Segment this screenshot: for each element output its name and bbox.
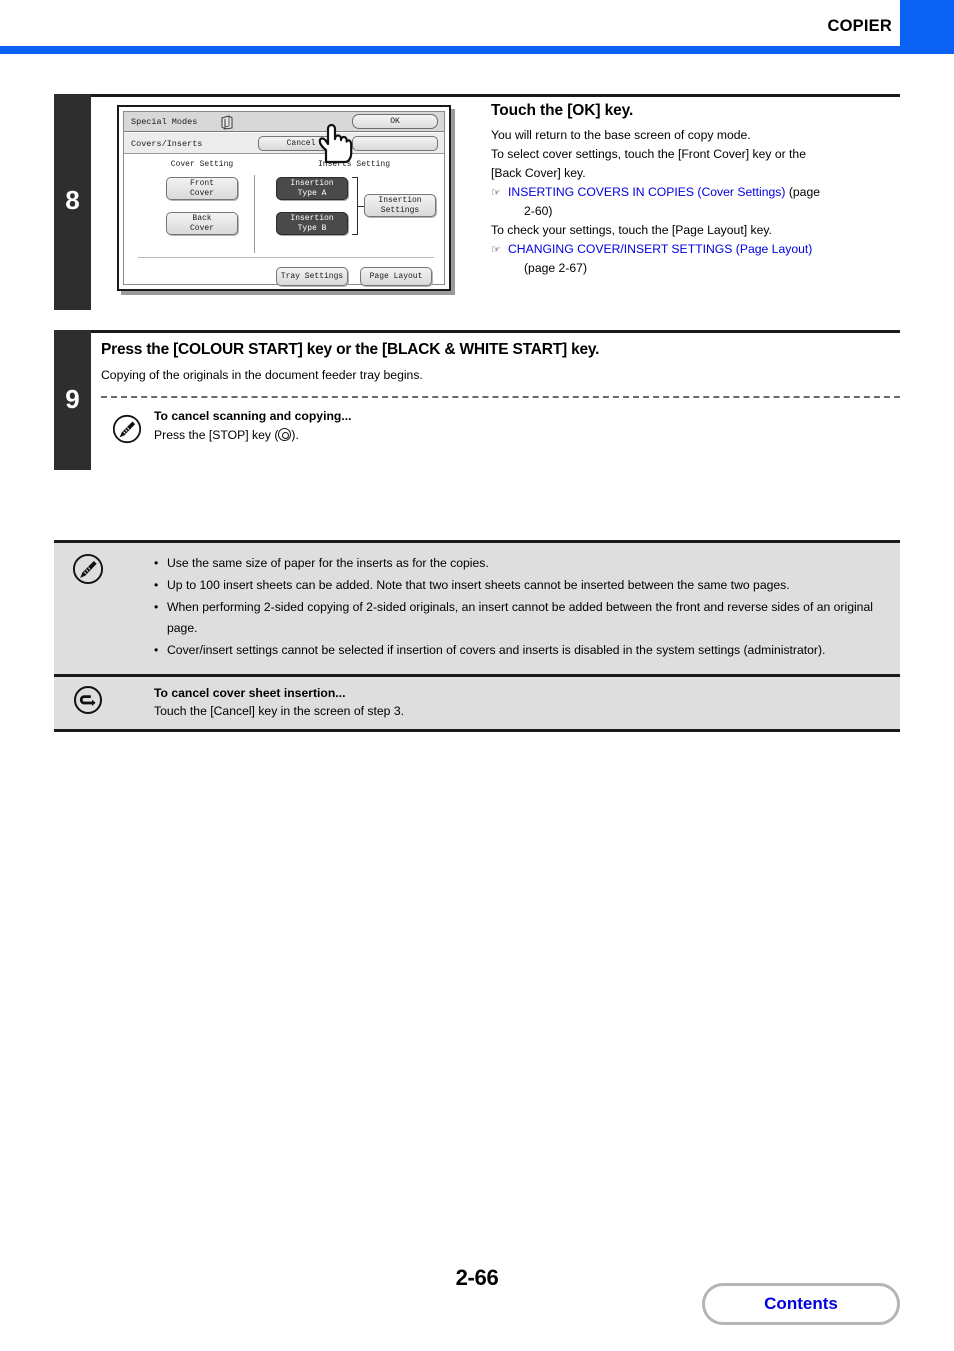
back-arrow-icon <box>74 686 102 714</box>
pointing-hand-icon-2: ☞ <box>491 244 501 256</box>
notes-cancel-title: To cancel cover sheet insertion... <box>154 686 346 700</box>
lcd-ok-label: OK <box>390 116 400 126</box>
insertion-type-a-button[interactable]: Insertion Type A <box>276 177 348 200</box>
pointing-hand-icon: ☞ <box>491 187 501 199</box>
step-8-block: 8 Special Modes OK Covers/Inserts Cancel… <box>54 94 900 310</box>
step-9-top-rule <box>91 330 900 333</box>
insertion-type-a-label: Insertion Type A <box>290 178 334 198</box>
step-8-reference-1-link[interactable]: INSERTING COVERS IN COPIES (Cover Settin… <box>508 185 785 199</box>
step-9-note-text-after: ). <box>291 428 299 442</box>
lcd-title-text: Special Modes <box>131 117 198 127</box>
step-9-heading: Press the [COLOUR START] key or the [BLA… <box>101 341 600 358</box>
front-cover-button[interactable]: Front Cover <box>166 177 238 200</box>
list-item: Up to 100 insert sheets can be added. No… <box>154 575 884 596</box>
step-8-reference-1[interactable]: ☞ INSERTING COVERS IN COPIES (Cover Sett… <box>491 183 899 202</box>
insertion-settings-button[interactable]: Insertion Settings <box>364 194 436 217</box>
step-8-line-3: [Back Cover] key. <box>491 166 586 180</box>
step-9-note-title: To cancel scanning and copying... <box>154 409 352 423</box>
step-8-reference-2[interactable]: ☞ CHANGING COVER/INSERT SETTINGS (Page L… <box>491 240 899 259</box>
lcd-extra-button[interactable] <box>352 136 438 151</box>
step-8-reference-1-page2: 2-60) <box>524 204 553 218</box>
notes-list: Use the same size of paper for the inser… <box>154 553 884 661</box>
step-8-lcd-screenshot: Special Modes OK Covers/Inserts Cancel C… <box>117 105 455 295</box>
step-8-reference-2-page: (page 2-67) <box>524 261 588 275</box>
lcd-body: Cover Setting Inserts Setting Front Cove… <box>124 155 444 286</box>
notes-cancel-container: To cancel cover sheet insertion... Touch… <box>54 677 900 729</box>
hand-pointer-icon <box>318 123 353 164</box>
step-8-top-rule <box>91 94 900 97</box>
back-cover-button[interactable]: Back Cover <box>166 212 238 235</box>
back-cover-label: Back Cover <box>189 213 214 233</box>
step-8-line-2: To select cover settings, touch the [Fro… <box>491 147 806 161</box>
lcd-inner-screen: Special Modes OK Covers/Inserts Cancel C… <box>123 111 445 286</box>
insertion-type-b-button[interactable]: Insertion Type B <box>276 212 348 235</box>
notes-bottom-rule <box>54 729 900 732</box>
insertion-type-b-label: Insertion Type B <box>290 213 334 233</box>
notes-list-container: Use the same size of paper for the inser… <box>54 543 900 674</box>
lcd-title-bar: Special Modes OK <box>124 112 444 132</box>
header-rule <box>0 46 954 54</box>
stop-key-icon <box>278 428 292 441</box>
step-8-reference-2-link[interactable]: CHANGING COVER/INSERT SETTINGS (Page Lay… <box>508 242 812 256</box>
step-8-number-badge: 8 <box>54 94 91 310</box>
step-9-subtext: Copying of the originals in the document… <box>101 368 423 382</box>
step-8-reference-1-page: (page <box>788 185 821 199</box>
page-layout-label: Page Layout <box>369 271 423 281</box>
notes-cancel-text: Touch the [Cancel] key in the screen of … <box>154 704 404 718</box>
page-root: COPIER 8 Special Modes OK Covers/Inserts… <box>0 0 954 1351</box>
lcd-ok-button[interactable]: OK <box>352 114 438 129</box>
page-layout-button[interactable]: Page Layout <box>360 267 432 286</box>
book-icon <box>221 115 233 130</box>
lcd-vertical-divider <box>254 175 255 253</box>
pencil-note-icon <box>112 414 142 444</box>
list-item: Cover/insert settings cannot be selected… <box>154 640 884 661</box>
list-item: Use the same size of paper for the inser… <box>154 553 884 574</box>
step-8-heading: Touch the [OK] key. <box>491 102 634 119</box>
step-9-dashed-divider <box>101 396 900 398</box>
contents-button[interactable]: Contents <box>702 1283 900 1325</box>
list-item: When performing 2-sided copying of 2-sid… <box>154 597 884 639</box>
step-8-number: 8 <box>65 185 80 215</box>
step-9-number-badge: 9 <box>54 330 91 470</box>
step-8-text: Touch the [OK] key. You will return to t… <box>491 102 899 278</box>
insertion-settings-label: Insertion Settings <box>378 195 422 215</box>
front-cover-label: Front Cover <box>189 178 214 198</box>
step-9-note-text-before: Press the [STOP] key ( <box>154 428 279 442</box>
lcd-subtitle-text: Covers/Inserts <box>131 139 203 149</box>
lcd-sub-bar: Covers/Inserts Cancel <box>124 133 444 154</box>
lcd-outer-frame: Special Modes OK Covers/Inserts Cancel C… <box>117 105 451 291</box>
step-8-line-4: To check your settings, touch the [Page … <box>491 223 772 237</box>
step-8-line-1: You will return to the base screen of co… <box>491 128 751 142</box>
notes-box: Use the same size of paper for the inser… <box>54 540 900 732</box>
cover-setting-label: Cover Setting <box>170 160 234 169</box>
step-9-note: To cancel scanning and copying... Press … <box>154 409 352 442</box>
page-header-title: COPIER <box>827 17 892 35</box>
pencil-note-icon-2 <box>72 553 104 585</box>
lcd-horizontal-divider <box>138 257 434 258</box>
tray-settings-label: Tray Settings <box>280 271 344 281</box>
header-accent-tab <box>900 0 954 46</box>
step-9-note-text: Press the [STOP] key (). <box>154 428 352 442</box>
step-9-number: 9 <box>65 384 80 414</box>
step-9-block: 9 Press the [COLOUR START] key or the [B… <box>54 330 900 470</box>
contents-button-label: Contents <box>764 1294 838 1313</box>
tray-settings-button[interactable]: Tray Settings <box>276 267 348 286</box>
